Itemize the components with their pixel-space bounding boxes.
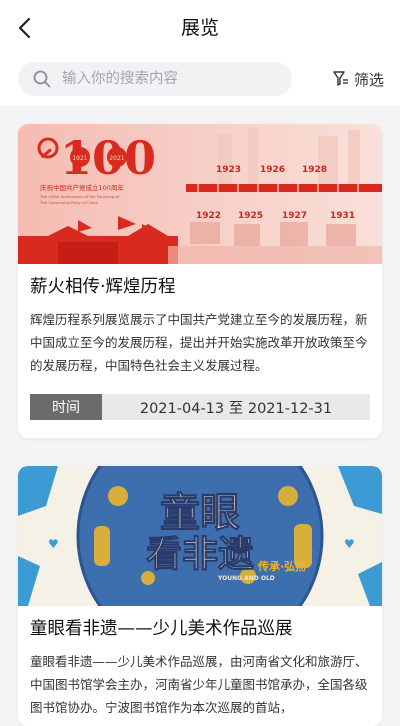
search-box[interactable] [18,62,292,96]
timeline-bar [186,184,382,192]
filter-button[interactable]: 筛选 [332,66,384,92]
banner-line-2: 看非遗 [146,533,254,575]
svg-text:♥: ♥ [344,537,355,551]
search-input[interactable] [60,70,284,88]
banner-tagline: 传承·弘扬 [257,559,306,573]
timeline-year: 1922 [196,211,221,221]
exhibition-banner-image: ♥ ♥ 童眼 看非遗 传承·弘扬 YOUNG AND OLD [18,466,382,606]
banner-english: YOUNG AND OLD [217,575,275,582]
exhibition-card[interactable]: 100 1921 2021 庆祝中国共产党成立100周年 The 100th A… [18,124,382,438]
exhibition-description: 童眼看非遗——少儿美术作品巡展，由河南省文化和旅游厅、中国图书馆学会主办，河南省… [30,654,368,715]
time-range: 2021-04-13 至 2021-12-31 [139,400,333,417]
badge-right: 2021 [109,155,124,162]
exhibition-time-row: 时间 2021-04-13 至 2021-12-31 [30,394,370,420]
filter-icon [333,71,348,86]
banner-subtitle-1: The 100th Anniversary of the Founding of [39,194,120,199]
exhibition-card[interactable]: ♥ ♥ 童眼 看非遗 传承·弘扬 YOUNG AND OLD 童眼看非遗——少儿… [18,466,382,726]
time-label: 时间 [30,394,102,420]
banner-heading: 庆祝中国共产党成立100周年 [40,183,124,192]
search-bar: 筛选 [0,56,400,106]
banner-subtitle-2: The Communist Party of China [39,200,98,205]
top-nav-bar: 展览 [0,0,400,56]
exhibition-title: 童眼看非遗——少儿美术作品巡展 [30,619,293,639]
timeline-year: 1923 [216,165,241,175]
exhibition-banner-image: 100 1921 2021 庆祝中国共产党成立100周年 The 100th A… [18,124,382,264]
exhibition-description: 辉煌历程系列展览展示了中国共产党建立至今的发展历程，新中国成立至今的发展历程，提… [30,312,368,373]
badge-left: 1921 [72,155,87,162]
timeline-year: 1925 [238,211,263,221]
timeline-year: 1927 [282,211,307,221]
timeline-year: 1926 [260,165,285,175]
filter-label: 筛选 [353,70,384,89]
exhibition-title: 薪火相传·辉煌历程 [30,277,176,297]
timeline-year: 1931 [330,211,355,221]
search-icon [33,70,51,88]
timeline-year: 1928 [302,165,327,175]
page-title: 展览 [180,17,219,39]
banner-line-1: 童眼 [160,489,240,536]
svg-text:♥: ♥ [48,537,59,551]
